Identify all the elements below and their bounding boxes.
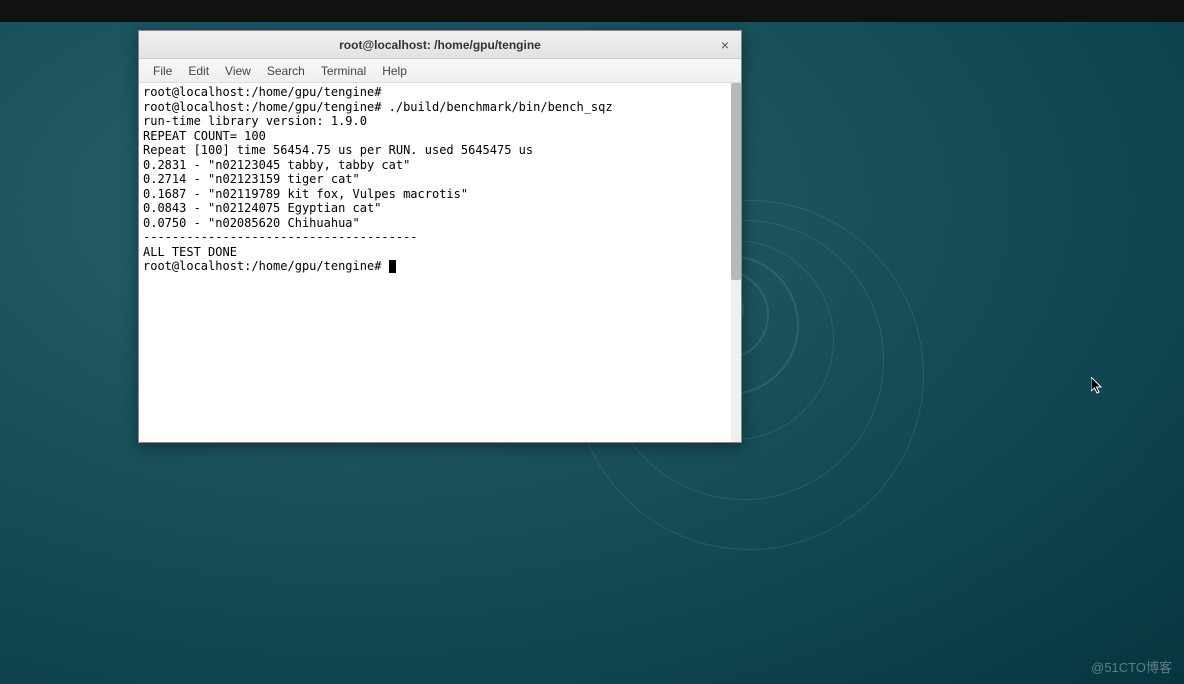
menubar: File Edit View Search Terminal Help [139, 59, 741, 83]
menu-terminal[interactable]: Terminal [313, 62, 374, 80]
menu-help[interactable]: Help [374, 62, 415, 80]
menu-search[interactable]: Search [259, 62, 313, 80]
window-titlebar[interactable]: root@localhost: /home/gpu/tengine × [139, 31, 741, 59]
menu-view[interactable]: View [217, 62, 259, 80]
terminal-output: root@localhost:/home/gpu/tengine# root@l… [143, 85, 613, 273]
desktop-top-bar [0, 0, 1184, 22]
terminal-window[interactable]: root@localhost: /home/gpu/tengine × File… [138, 30, 742, 443]
menu-file[interactable]: File [145, 62, 180, 80]
terminal-cursor [389, 260, 396, 273]
scrollbar-thumb[interactable] [731, 83, 741, 280]
close-icon: × [721, 37, 729, 53]
scrollbar[interactable] [731, 83, 741, 442]
mouse-cursor-icon [1091, 377, 1105, 400]
window-title: root@localhost: /home/gpu/tengine [339, 38, 541, 52]
close-button[interactable]: × [717, 37, 733, 53]
watermark: @51CTO博客 [1091, 657, 1172, 676]
terminal-body[interactable]: root@localhost:/home/gpu/tengine# root@l… [139, 83, 741, 442]
menu-edit[interactable]: Edit [180, 62, 217, 80]
